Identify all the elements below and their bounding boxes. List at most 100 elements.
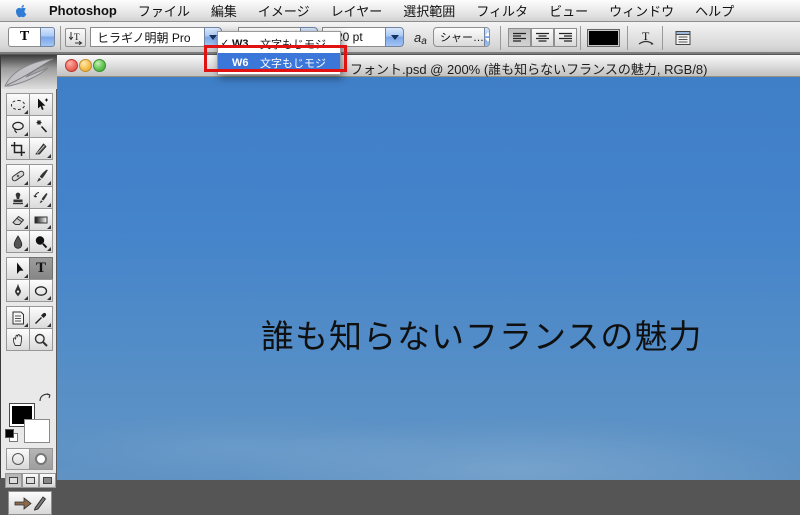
anti-alias-popup[interactable]: シャー… (433, 27, 490, 47)
magnifier-icon (33, 332, 49, 348)
menu-help[interactable]: ヘルプ (695, 1, 734, 20)
image-canvas[interactable]: 誰も知らないフランスの魅力 (57, 77, 800, 480)
note-icon (10, 310, 26, 326)
background-color-swatch[interactable] (24, 419, 50, 443)
slice-knife-icon (33, 141, 49, 157)
minimize-button[interactable] (79, 59, 92, 72)
default-colors-button[interactable] (5, 429, 19, 443)
fullscreen-icon (43, 477, 52, 484)
gradient-tool-button[interactable] (29, 208, 53, 231)
document-title-bar[interactable]: フォント.psd @ 200% (誰も知らないフランスの魅力, RGB/8) (57, 55, 800, 77)
lasso-tool-button[interactable] (6, 115, 30, 138)
water-drop-icon (10, 234, 26, 250)
font-size-dropdown-button[interactable] (385, 27, 404, 47)
divider (500, 26, 501, 50)
anti-alias-icon: aa (414, 30, 427, 47)
ellipse-shape-icon (33, 283, 49, 299)
eyedropper-tool-button[interactable] (29, 306, 53, 329)
align-center-button[interactable] (531, 28, 554, 47)
bandage-icon (10, 168, 26, 184)
type-tool-button[interactable]: T (29, 257, 53, 280)
fullscreen-menubar-icon (26, 477, 35, 484)
align-left-icon (512, 32, 527, 43)
swap-colors-button[interactable] (38, 391, 53, 403)
path-selection-tool-button[interactable] (6, 257, 30, 280)
fullscreen-with-menubar-button[interactable] (22, 473, 39, 488)
elliptical-marquee-tool-button[interactable] (6, 93, 30, 116)
menu-file[interactable]: ファイル (138, 1, 190, 20)
healing-brush-tool-button[interactable] (6, 164, 30, 187)
text-orientation-icon: T (68, 31, 84, 45)
standard-mode-icon (12, 453, 24, 465)
clone-stamp-tool-button[interactable] (6, 186, 30, 209)
tool-preset-arrow-button[interactable] (40, 27, 55, 47)
toolbox-palette: T (0, 55, 57, 479)
standard-screen-icon (9, 477, 18, 484)
apple-menu-icon[interactable] (14, 3, 29, 19)
svg-text:T: T (74, 32, 80, 42)
crop-tool-button[interactable] (6, 137, 30, 160)
shape-tool-button[interactable] (29, 279, 53, 302)
standard-screen-mode-button[interactable] (5, 473, 22, 488)
menu-bar: Photoshop ファイル 編集 イメージ レイヤー 選択範囲 フィルタ ビュ… (0, 0, 800, 22)
text-orientation-button[interactable]: T (65, 28, 86, 47)
anti-alias-value: シャー… (434, 29, 484, 45)
chevron-down-icon (209, 35, 217, 40)
notes-tool-button[interactable] (6, 306, 30, 329)
align-center-icon (535, 32, 550, 43)
document-title: フォント.psd @ 200% (誰も知らないフランスの魅力, RGB/8) (350, 59, 708, 78)
palettes-icon (674, 30, 692, 46)
brush-icon (33, 168, 49, 184)
menu-layer[interactable]: レイヤー (331, 1, 383, 20)
menu-filter[interactable]: フィルタ (476, 1, 528, 20)
pen-tool-button[interactable] (6, 279, 30, 302)
menu-view[interactable]: ビュー (549, 1, 588, 20)
zoom-window-button[interactable] (93, 59, 106, 72)
align-left-button[interactable] (508, 28, 531, 47)
tool-preset-picker[interactable]: T (8, 27, 55, 47)
menu-window[interactable]: ウィンドウ (609, 1, 674, 20)
pen-nib-icon (10, 283, 26, 299)
hand-tool-button[interactable] (6, 328, 30, 351)
style-option-w3[interactable]: ✓ W3 文字もじモジ (218, 34, 340, 53)
black-arrow-icon (10, 261, 26, 277)
style-option-w6[interactable]: W6 文字もじモジ (218, 53, 340, 72)
close-button[interactable] (65, 59, 78, 72)
fullscreen-mode-button[interactable] (39, 473, 56, 488)
menu-image[interactable]: イメージ (258, 1, 310, 20)
quick-mask-mode-button[interactable] (29, 448, 53, 470)
jump-to-imageready-button[interactable] (8, 491, 52, 515)
canvas-text-layer[interactable]: 誰も知らないフランスの魅力 (261, 310, 702, 358)
menu-select[interactable]: 選択範囲 (403, 1, 455, 20)
gradient-icon (33, 212, 49, 228)
slice-tool-button[interactable] (29, 137, 53, 160)
type-tool-icon: T (36, 260, 46, 277)
font-style-dropdown-menu: ✓ W3 文字もじモジ W6 文字もじモジ (217, 31, 341, 75)
eraser-tool-button[interactable] (6, 208, 30, 231)
quick-mask-icon (35, 453, 47, 465)
menu-edit[interactable]: 編集 (211, 1, 237, 20)
warp-text-button[interactable]: T (633, 27, 659, 48)
magic-wand-tool-button[interactable] (29, 115, 53, 138)
divider (580, 26, 581, 50)
menu-photoshop[interactable]: Photoshop (49, 3, 117, 18)
move-tool-button[interactable] (29, 93, 53, 116)
standard-mode-button[interactable] (6, 448, 30, 470)
history-brush-tool-button[interactable] (29, 186, 53, 209)
stamp-icon (10, 190, 26, 206)
type-tool-icon: T (8, 27, 40, 47)
blur-tool-button[interactable] (6, 230, 30, 253)
document-window: フォント.psd @ 200% (誰も知らないフランスの魅力, RGB/8) 誰… (57, 55, 800, 480)
zoom-tool-button[interactable] (29, 328, 53, 351)
font-family-field[interactable]: ヒラギノ明朝 Pro (90, 27, 204, 47)
toggle-palettes-button[interactable] (669, 27, 697, 48)
jump-to-imageready-icon (13, 494, 47, 512)
text-color-swatch[interactable] (587, 29, 620, 47)
stepper-arrows-icon (484, 27, 490, 47)
brush-tool-button[interactable] (29, 164, 53, 187)
align-right-button[interactable] (554, 28, 577, 47)
eyedropper-icon (33, 310, 49, 326)
dodge-tool-button[interactable] (29, 230, 53, 253)
dodge-icon (33, 234, 49, 250)
history-brush-icon (33, 190, 49, 206)
